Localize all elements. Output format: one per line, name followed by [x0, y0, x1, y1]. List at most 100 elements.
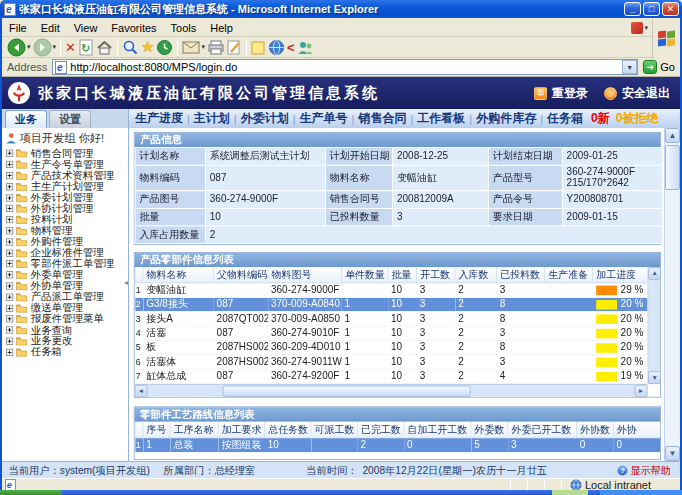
- column-header[interactable]: 批量: [388, 267, 417, 283]
- nav-item[interactable]: 任务箱: [547, 110, 583, 127]
- edit-button[interactable]: [227, 39, 242, 55]
- page-scroll-thumb[interactable]: [665, 145, 680, 190]
- tree-expand-icon[interactable]: [6, 315, 13, 322]
- column-header[interactable]: 可派工数: [311, 422, 357, 438]
- table-row[interactable]: 7缸体总成087360-274-9200F11032419 %: [135, 369, 647, 383]
- home-button[interactable]: [96, 39, 113, 56]
- tree-expand-icon[interactable]: [6, 205, 13, 212]
- windows-taskbar[interactable]: [0, 490, 682, 495]
- maximize-button[interactable]: □: [643, 2, 660, 16]
- column-header[interactable]: 已投料数: [497, 267, 545, 283]
- column-header[interactable]: 总任务数: [265, 422, 311, 438]
- menu-extension-icon[interactable]: [631, 22, 643, 34]
- nav-item[interactable]: 生产单号: [300, 110, 348, 127]
- column-header[interactable]: 单件数量: [341, 267, 387, 283]
- scroll-thumb[interactable]: [223, 385, 471, 396]
- tree-expand-icon[interactable]: [6, 327, 13, 334]
- nav-item[interactable]: 生产进度: [135, 110, 183, 127]
- page-vertical-scrollbar[interactable]: ▲ ▼: [664, 128, 680, 461]
- forward-button[interactable]: ▾: [33, 38, 57, 57]
- messenger-buddy-button[interactable]: [297, 40, 314, 55]
- nav-item[interactable]: 主计划: [194, 110, 230, 127]
- scroll-up-icon[interactable]: ▲: [648, 267, 661, 280]
- nav-item[interactable]: 外委计划: [241, 110, 289, 127]
- sidebar-collapse-arrow[interactable]: ◂: [124, 278, 128, 287]
- tree-expand-icon[interactable]: [6, 271, 13, 278]
- logout-button[interactable]: ◎ 安全退出: [604, 85, 670, 102]
- start-button-fragment[interactable]: [0, 490, 62, 495]
- history-button[interactable]: [156, 39, 173, 56]
- tree-expand-icon[interactable]: [6, 304, 13, 311]
- tree-expand-icon[interactable]: [6, 338, 13, 345]
- tab-settings[interactable]: 设置: [49, 110, 91, 128]
- column-header[interactable]: 外协: [613, 422, 660, 438]
- column-header[interactable]: 外委已开工数: [508, 422, 577, 438]
- tree-expand-icon[interactable]: [6, 293, 13, 300]
- show-help-link[interactable]: ? 显示帮助: [617, 463, 671, 477]
- scroll-left-icon[interactable]: ◄: [135, 385, 148, 398]
- page-scroll-up-icon[interactable]: ▲: [665, 128, 680, 143]
- menu-item-view[interactable]: View: [67, 22, 105, 34]
- tree-expand-icon[interactable]: [6, 249, 13, 256]
- column-header[interactable]: 自加工开工数: [404, 422, 471, 438]
- stop-button[interactable]: ✕: [65, 40, 76, 55]
- column-header[interactable]: 父物料编码: [213, 267, 267, 283]
- menu-item-edit[interactable]: Edit: [34, 22, 67, 34]
- tree-item[interactable]: 业务更改: [6, 336, 128, 347]
- column-header[interactable]: 物料名称: [143, 267, 213, 283]
- table-row[interactable]: 4活塞087360-274-9010F11032320 %: [135, 326, 647, 340]
- tree-expand-icon[interactable]: [6, 150, 13, 157]
- parts-horizontal-scrollbar[interactable]: ◄ ►: [135, 384, 648, 397]
- table-row[interactable]: 3接头A2087QT002370-009-A085011032820 %: [135, 312, 647, 326]
- relogin-button[interactable]: ⚿ 重登录: [534, 85, 588, 102]
- messenger-globe-button[interactable]: [268, 39, 285, 56]
- tree-expand-icon[interactable]: [6, 161, 13, 168]
- column-header[interactable]: 物料图号: [268, 267, 342, 283]
- tree-expand-icon[interactable]: [6, 194, 13, 201]
- parts-vertical-scrollbar[interactable]: ▲ ▼: [647, 267, 660, 384]
- column-header[interactable]: 加工要求: [218, 422, 264, 438]
- menu-item-help[interactable]: Help: [203, 22, 240, 34]
- menu-item-file[interactable]: File: [2, 22, 34, 34]
- column-header[interactable]: 开工数: [417, 267, 455, 283]
- tree-expand-icon[interactable]: [6, 216, 13, 223]
- table-row[interactable]: 2G3/8接头087370-009-A084011032820 %: [135, 297, 647, 311]
- table-row[interactable]: 11总装按图组装10205300: [135, 438, 660, 452]
- column-header[interactable]: 加工进度: [593, 267, 648, 283]
- back-button[interactable]: ▾: [7, 38, 31, 57]
- tree-expand-icon[interactable]: [6, 282, 13, 289]
- favorites-button[interactable]: ★: [141, 38, 154, 56]
- refresh-button[interactable]: ↻: [78, 39, 94, 56]
- column-header[interactable]: 外委数: [471, 422, 508, 438]
- tab-business[interactable]: 业务: [5, 110, 47, 128]
- notes-button[interactable]: [251, 40, 266, 55]
- tree-expand-icon[interactable]: [6, 238, 13, 245]
- tree-expand-icon[interactable]: [6, 260, 13, 267]
- close-button[interactable]: ✕: [662, 2, 679, 16]
- mail-button[interactable]: ▾: [182, 40, 205, 54]
- table-row[interactable]: 6活塞体2087HS002360-274-9011W11032320 %: [135, 355, 647, 369]
- nav-item[interactable]: 工作看板: [417, 110, 465, 127]
- nav-item[interactable]: 销售合同: [358, 110, 406, 127]
- column-header[interactable]: 生产准备: [545, 267, 593, 283]
- address-dropdown-button[interactable]: ▼: [622, 60, 637, 74]
- column-header[interactable]: 工序名称: [170, 422, 218, 438]
- address-input[interactable]: e http://localhost:8080/MPS/login.do ▼: [52, 59, 638, 75]
- realplayer-button[interactable]: <: [287, 40, 295, 55]
- scroll-right-icon[interactable]: ►: [635, 385, 648, 398]
- column-header[interactable]: 外协数: [577, 422, 614, 438]
- menu-item-tools[interactable]: Tools: [164, 22, 204, 34]
- menu-item-favorites[interactable]: Favorites: [104, 22, 163, 34]
- print-button[interactable]: [207, 40, 225, 55]
- tree-expand-icon[interactable]: [6, 227, 13, 234]
- search-button[interactable]: [122, 39, 139, 56]
- column-header[interactable]: 入库数: [455, 267, 497, 283]
- page-scroll-down-icon[interactable]: ▼: [665, 446, 680, 461]
- table-row[interactable]: 1变幅油缸360-274-9000F1032329 %: [135, 283, 647, 297]
- column-header[interactable]: 已完工数: [357, 422, 403, 438]
- column-header[interactable]: 序号: [143, 422, 170, 438]
- scroll-down-icon[interactable]: ▼: [648, 371, 661, 384]
- tree-expand-icon[interactable]: [6, 172, 13, 179]
- minimize-button[interactable]: _: [624, 2, 641, 16]
- tree-expand-icon[interactable]: [6, 183, 13, 190]
